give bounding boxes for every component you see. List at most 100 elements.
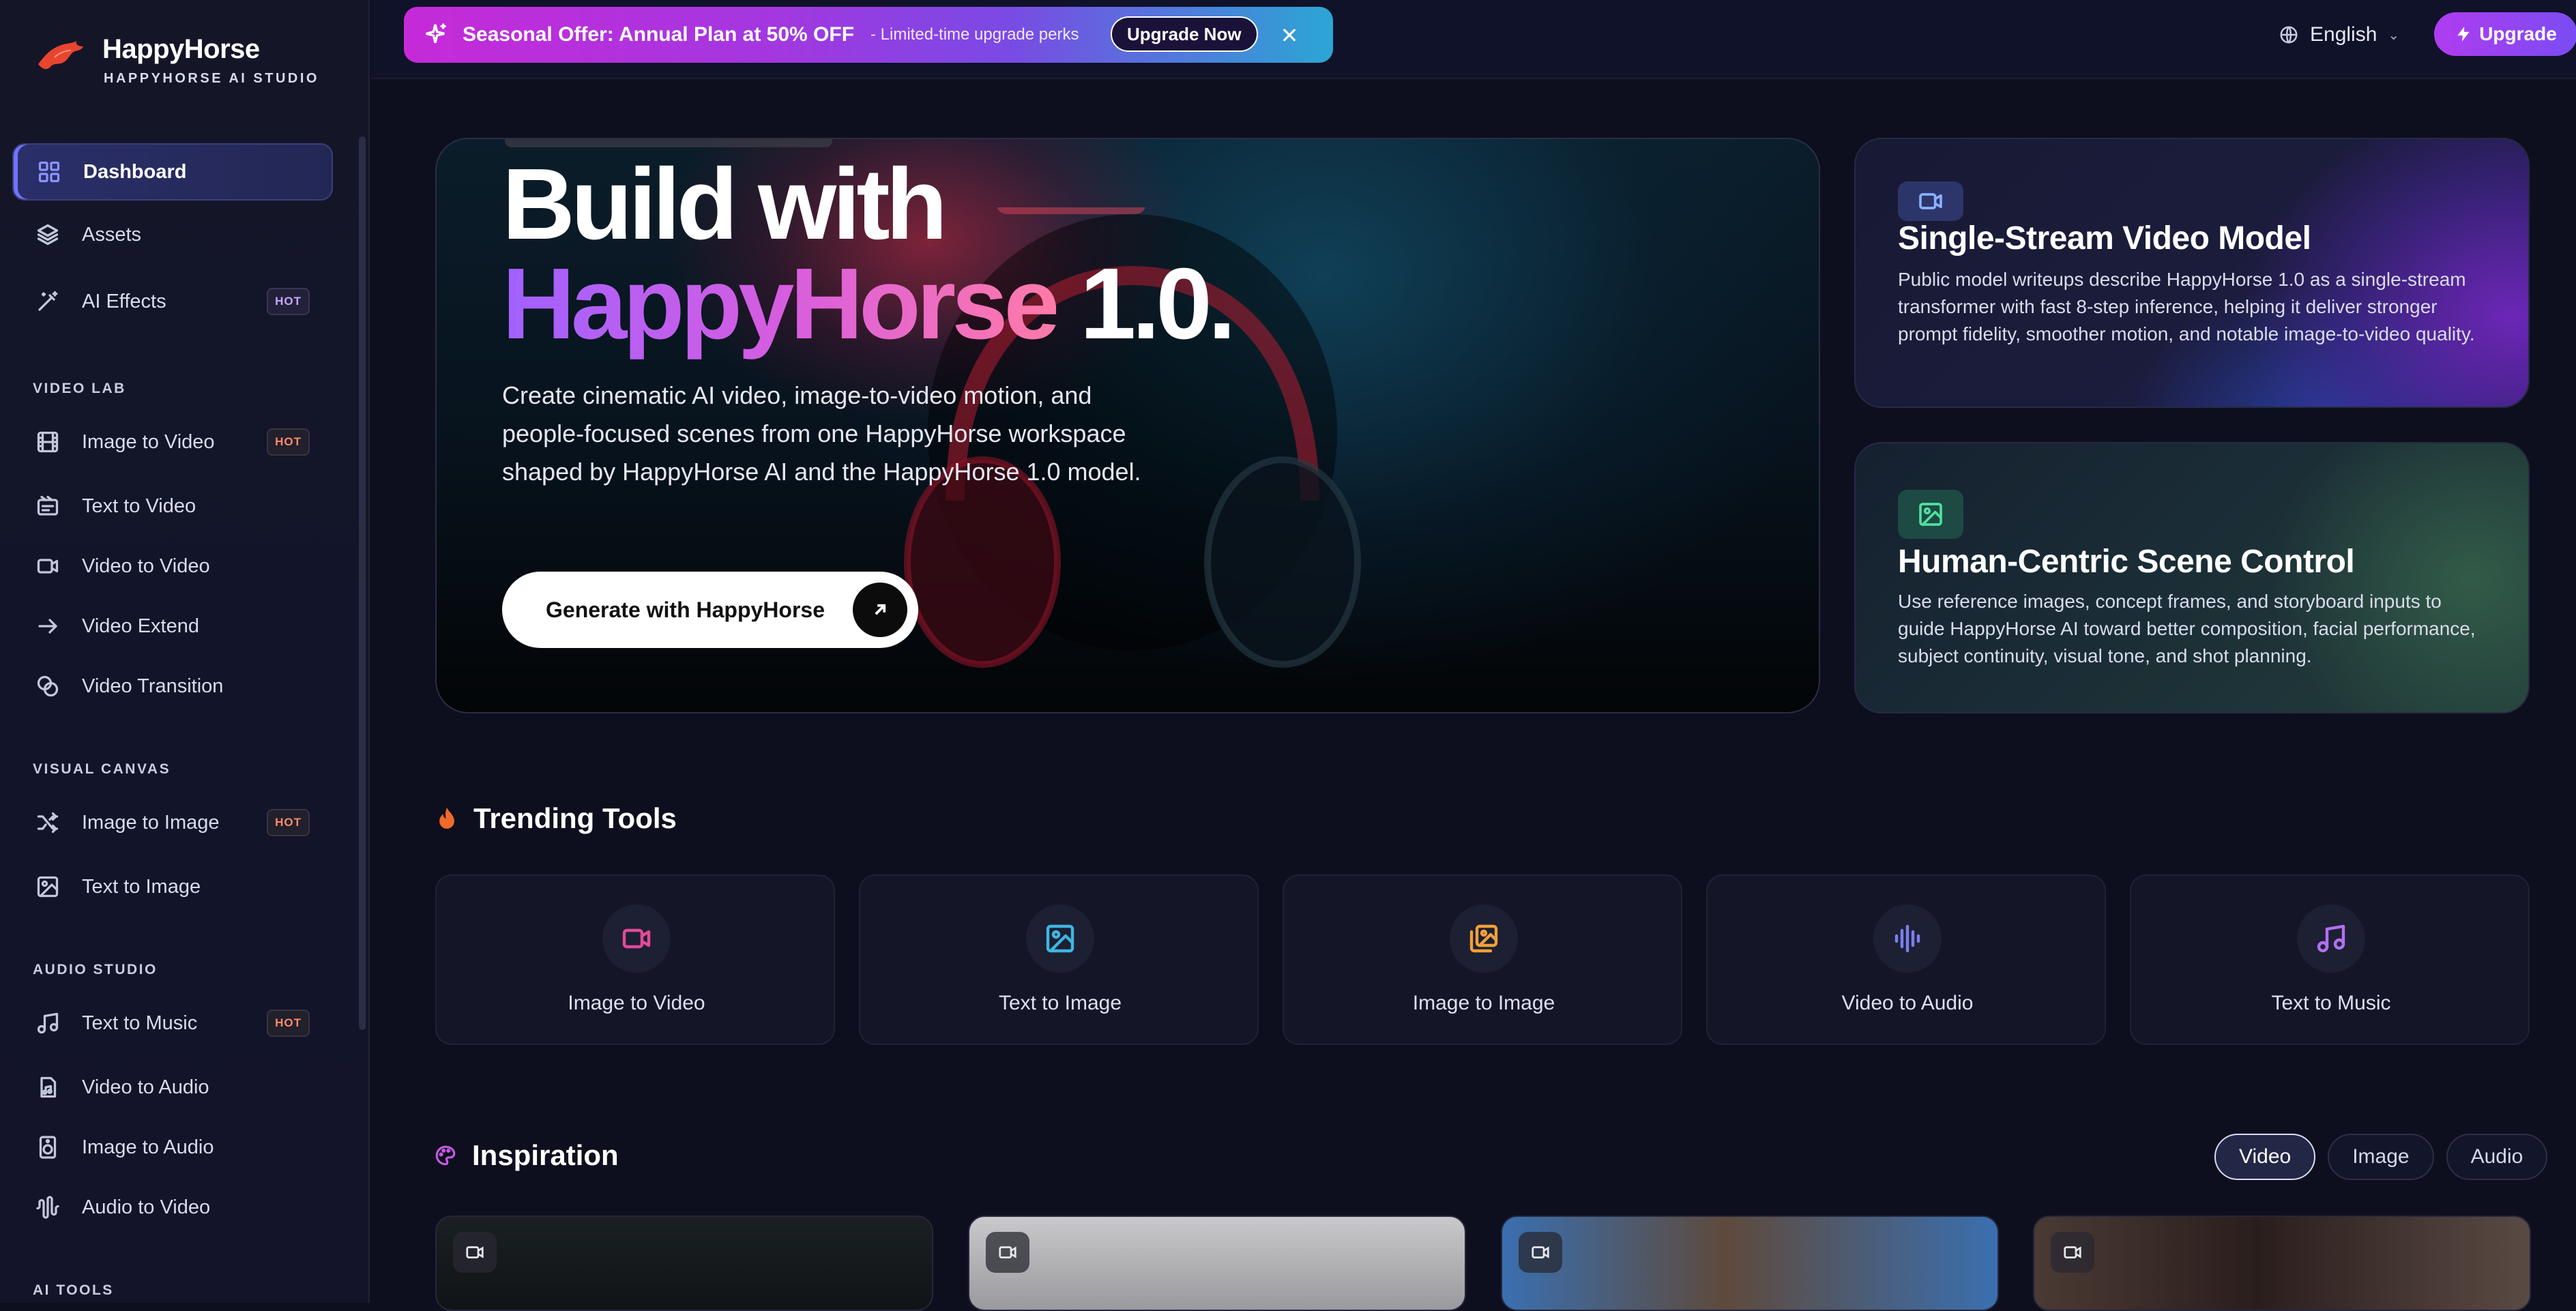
sidebar-item-label: AI Effects — [82, 290, 166, 312]
sidebar-item-label: Audio to Video — [82, 1196, 211, 1218]
video-camera-icon — [1898, 181, 1963, 221]
sidebar-item-dashboard[interactable]: Dashboard — [12, 143, 333, 201]
video-camera-icon — [453, 1232, 497, 1273]
hero-title-line1: Build with — [502, 148, 948, 261]
sidebar-scrollbar[interactable] — [359, 136, 366, 1030]
brand-name[interactable]: HappyHorse — [102, 34, 260, 65]
lightning-icon — [2457, 27, 2470, 42]
sidebar-item-image-to-video[interactable]: Image to Video HOT — [12, 413, 333, 471]
video-camera-icon — [1519, 1232, 1562, 1273]
transition-icon — [33, 671, 63, 701]
tool-card-text-to-image[interactable]: Text to Image — [859, 874, 1259, 1045]
trending-tools-heading: Trending Tools — [435, 802, 677, 835]
inspiration-title: Inspiration — [472, 1139, 619, 1171]
hero-title-version: 1.0. — [1055, 248, 1236, 360]
audio-file-icon — [33, 1072, 63, 1102]
promo-banner[interactable]: Seasonal Offer: Annual Plan at 50% OFF -… — [404, 7, 1333, 63]
sidebar-item-label: Text to Image — [82, 875, 201, 898]
feature-description: Use reference images, concept frames, an… — [1898, 591, 2476, 666]
image-icon — [1026, 904, 1094, 973]
section-title-ai-tools: AI TOOLS — [33, 1282, 114, 1298]
sidebar-item-text-to-music[interactable]: Text to Music HOT — [12, 995, 333, 1052]
arrow-up-right-icon — [853, 583, 907, 637]
sparkle-icon — [426, 23, 446, 44]
video-camera-icon — [33, 551, 63, 581]
image-icon — [1898, 490, 1963, 539]
tool-card-label: Text to Image — [998, 992, 1122, 1014]
chevron-down-icon: ⌄ — [2388, 27, 2400, 43]
sidebar-item-text-to-video[interactable]: Text to Video — [12, 477, 333, 535]
inspiration-card[interactable] — [968, 1216, 1466, 1311]
sidebar-item-assets[interactable]: Assets — [12, 206, 333, 263]
waveform-icon — [1873, 904, 1942, 973]
sidebar-item-label: Video Extend — [82, 615, 199, 637]
sidebar-item-image-to-audio[interactable]: Image to Audio — [12, 1119, 333, 1176]
tool-card-label: Image to Video — [568, 992, 705, 1014]
sidebar-item-video-extend[interactable]: Video Extend — [12, 598, 333, 655]
music-note-icon — [2297, 904, 2365, 973]
filter-image[interactable]: Image — [2328, 1134, 2434, 1180]
sidebar-item-label: Dashboard — [83, 160, 187, 183]
feature-title: Single-Stream Video Model — [1898, 220, 2311, 256]
section-title-audio-studio: AUDIO STUDIO — [33, 962, 158, 977]
sidebar-item-video-transition[interactable]: Video Transition — [12, 658, 333, 715]
images-icon — [1450, 904, 1518, 973]
hero-title-line2: HappyHorse 1.0. — [502, 254, 1236, 355]
sidebar-item-label: Text to Music — [82, 1012, 198, 1034]
film-icon — [33, 427, 63, 457]
brand-subtitle: HAPPYHORSE AI STUDIO — [104, 71, 319, 86]
palette-icon — [435, 1145, 456, 1166]
sidebar-item-video-to-video[interactable]: Video to Video — [12, 537, 333, 595]
upgrade-button[interactable]: Upgrade — [2434, 12, 2576, 56]
trending-tools-title: Trending Tools — [473, 802, 677, 834]
hot-badge: HOT — [267, 428, 310, 456]
speaker-icon — [33, 1132, 63, 1162]
language-selector[interactable]: English ⌄ — [2279, 18, 2399, 52]
globe-icon — [2280, 26, 2298, 44]
inspiration-card[interactable] — [1501, 1216, 1999, 1311]
close-icon[interactable]: ✕ — [1276, 22, 1303, 49]
image-icon — [33, 872, 63, 902]
tool-card-text-to-music[interactable]: Text to Music — [2130, 874, 2530, 1045]
inspiration-card[interactable] — [435, 1216, 933, 1311]
tool-card-image-to-video[interactable]: Image to Video — [435, 874, 835, 1045]
filter-video[interactable]: Video — [2214, 1134, 2316, 1180]
upgrade-label: Upgrade — [2479, 23, 2557, 44]
language-label: English — [2310, 23, 2377, 46]
shuffle-icon — [33, 808, 63, 838]
sidebar-item-audio-to-video[interactable]: Audio to Video — [12, 1179, 333, 1236]
video-camera-icon — [986, 1232, 1029, 1273]
grid-icon — [34, 157, 64, 187]
tool-card-label: Image to Image — [1412, 992, 1555, 1014]
hot-badge: HOT — [267, 288, 310, 315]
section-title-video-lab: VIDEO LAB — [33, 381, 126, 396]
sidebar-item-label: Video to Video — [82, 555, 210, 577]
sidebar-item-text-to-image[interactable]: Text to Image — [12, 858, 333, 915]
sidebar-item-video-to-audio[interactable]: Video to Audio — [12, 1059, 333, 1116]
sidebar-item-ai-effects[interactable]: AI Effects HOT — [12, 273, 333, 330]
hero-top-stub — [505, 139, 832, 147]
hero-title-brand: HappyHorse — [502, 248, 1060, 360]
horse-logo-icon[interactable] — [34, 37, 89, 75]
tool-card-video-to-audio[interactable]: Video to Audio — [1706, 874, 2106, 1045]
hero-description: Create cinematic AI video, image-to-vide… — [502, 381, 1141, 486]
sidebar: HappyHorse HAPPYHORSE AI STUDIO Dashboar… — [0, 0, 370, 1303]
feature-title: Human-Centric Scene Control — [1898, 544, 2355, 580]
sidebar-item-image-to-image[interactable]: Image to Image HOT — [12, 794, 333, 851]
upgrade-now-button[interactable]: Upgrade Now — [1111, 16, 1258, 52]
generate-button-label: Generate with HappyHorse — [546, 597, 825, 622]
sidebar-item-label: Video Transition — [82, 675, 224, 697]
inspiration-card[interactable] — [2033, 1216, 2531, 1311]
feature-description: Public model writeups describe HappyHors… — [1898, 269, 2475, 344]
layers-icon — [33, 220, 63, 250]
generate-button[interactable]: Generate with HappyHorse — [502, 572, 918, 648]
text-video-icon — [33, 491, 63, 521]
promo-subtitle: - Limited-time upgrade perks — [870, 25, 1079, 44]
hero-banner: Build with HappyHorse 1.0. Create cinema… — [435, 138, 1820, 713]
feature-card-single-stream[interactable]: Single-Stream Video Model Public model w… — [1854, 138, 2530, 408]
feature-card-human-centric[interactable]: Human-Centric Scene Control Use referenc… — [1854, 442, 2530, 713]
sidebar-item-label: Image to Video — [82, 430, 215, 453]
tool-card-image-to-image[interactable]: Image to Image — [1283, 874, 1682, 1045]
inspiration-filters: Video Image Audio — [2214, 1134, 2560, 1180]
filter-audio[interactable]: Audio — [2446, 1134, 2548, 1180]
